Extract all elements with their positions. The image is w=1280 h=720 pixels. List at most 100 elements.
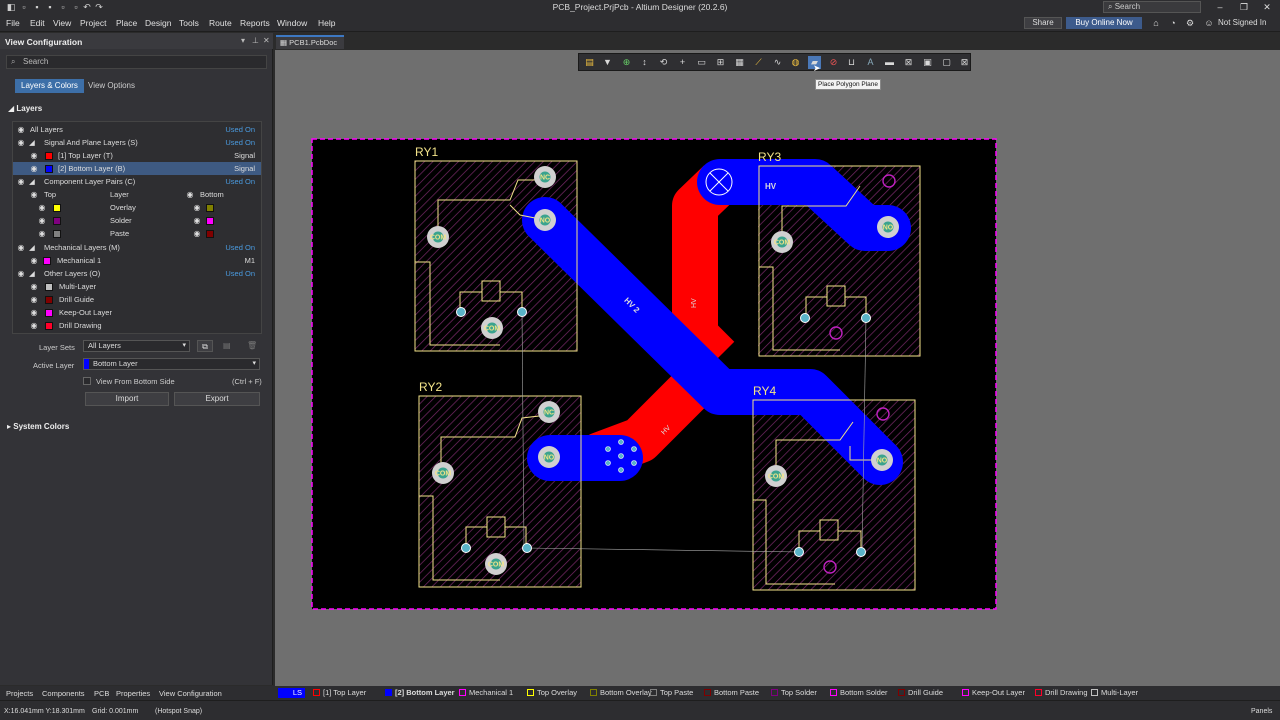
chevron-down-icon[interactable]: ▾ bbox=[241, 36, 245, 45]
layer-row-component-pairs[interactable]: ◉ ◢ Component Layer Pairs (C) Used On bbox=[13, 175, 261, 188]
eye-icon[interactable]: ◉ bbox=[30, 254, 38, 267]
layer-tab[interactable]: Keep-Out Layer bbox=[962, 688, 1025, 698]
collapse-triangle-icon[interactable]: ◢ bbox=[29, 136, 35, 149]
gear-icon[interactable]: ⚙ bbox=[1185, 18, 1195, 28]
tab-layers-colors[interactable]: Layers & Colors bbox=[15, 79, 84, 93]
eye-icon[interactable]: ◉ bbox=[17, 136, 25, 149]
user-icon[interactable]: ☺ bbox=[1204, 18, 1214, 28]
text-icon[interactable]: A bbox=[864, 56, 877, 69]
share-button[interactable]: Share bbox=[1024, 17, 1062, 29]
sign-in-status[interactable]: Not Signed In bbox=[1218, 18, 1266, 27]
view-bottom-checkbox[interactable] bbox=[83, 377, 91, 385]
used-on-link[interactable]: Used On bbox=[225, 136, 255, 149]
tab-pcb[interactable]: PCB bbox=[94, 689, 109, 698]
tab-view-configuration[interactable]: View Configuration bbox=[159, 689, 222, 698]
layer-tab[interactable]: Mechanical 1 bbox=[459, 688, 513, 698]
panels-button[interactable]: Panels bbox=[1251, 708, 1272, 715]
import-button[interactable]: Import bbox=[85, 392, 169, 406]
eye-icon[interactable]: ◉ bbox=[17, 241, 25, 254]
layer-tab[interactable]: Bottom Solder bbox=[830, 688, 888, 698]
layer-row-multi-layer[interactable]: ◉ Multi-Layer bbox=[13, 280, 261, 293]
eye-icon[interactable]: ◉ bbox=[30, 293, 38, 306]
maximize-button[interactable]: ❐ bbox=[1237, 1, 1251, 13]
global-search-input[interactable]: ⌕ Search bbox=[1103, 1, 1201, 13]
layer-sets-select[interactable]: All Layers ▾ bbox=[83, 340, 190, 352]
export-button[interactable]: Export bbox=[174, 392, 260, 406]
eye-icon[interactable]: ◉ bbox=[17, 123, 25, 136]
layer-color-swatch[interactable] bbox=[45, 296, 53, 304]
document-tab[interactable]: ▦ PCB1.PcbDoc bbox=[276, 35, 344, 49]
cross-icon[interactable]: + bbox=[676, 56, 689, 69]
pcb-canvas[interactable]: NC NO COM COM NC NO COM COM NO COM NO COM RY1 RY2 R… bbox=[275, 50, 1280, 686]
layer-pair-paste[interactable]: ◉ Paste ◉ bbox=[13, 227, 261, 240]
layer-color-swatch[interactable] bbox=[45, 309, 53, 317]
eye-icon[interactable]: ◉ bbox=[38, 227, 46, 240]
eye-icon[interactable]: ◉ bbox=[193, 201, 201, 214]
layer-row-signal-group[interactable]: ◉ ◢ Signal And Plane Layers (S) Used On bbox=[13, 136, 261, 149]
add-layer-set-button[interactable]: ⧉ bbox=[197, 340, 213, 352]
close-button[interactable]: ✕ bbox=[1260, 1, 1274, 13]
minimize-button[interactable]: – bbox=[1213, 1, 1227, 13]
layer-tab[interactable]: Bottom Paste bbox=[704, 688, 759, 698]
layer-color-swatch[interactable] bbox=[45, 283, 53, 291]
layer-row-other-group[interactable]: ◉ ◢ Other Layers (O) Used On bbox=[13, 267, 261, 280]
edit-layer-set-icon[interactable]: ▤ bbox=[223, 341, 231, 350]
route-icon[interactable]: ⟋ bbox=[752, 56, 765, 69]
buy-online-button[interactable]: Buy Online Now bbox=[1066, 17, 1142, 29]
rotate-icon[interactable]: ⟲ bbox=[657, 56, 670, 69]
pcb-drawing[interactable]: NC NO COM COM NC NO COM COM NO COM NO COM RY1 RY2 R… bbox=[275, 50, 1280, 686]
layer-color-swatch[interactable] bbox=[53, 230, 61, 238]
layer-row-top-layer[interactable]: ◉ [1] Top Layer (T) Signal bbox=[13, 149, 261, 162]
layer-row-drill-drawing[interactable]: ◉ Drill Drawing bbox=[13, 319, 261, 332]
component-icon[interactable]: ▦ bbox=[733, 56, 746, 69]
used-on-link[interactable]: Used On bbox=[225, 123, 255, 136]
eye-icon[interactable]: ◉ bbox=[30, 188, 38, 201]
layer-row-drill-guide[interactable]: ◉ Drill Guide bbox=[13, 293, 261, 306]
tab-projects[interactable]: Projects bbox=[6, 689, 33, 698]
eye-icon[interactable]: ◉ bbox=[30, 149, 38, 162]
menu-help[interactable]: Help bbox=[318, 18, 335, 28]
layer-tab[interactable]: Multi-Layer bbox=[1091, 688, 1138, 698]
eye-icon[interactable]: ◉ bbox=[17, 175, 25, 188]
tab-components[interactable]: Components bbox=[42, 689, 85, 698]
layer-tab[interactable]: Top Solder bbox=[771, 688, 817, 698]
layer-tab[interactable]: LS bbox=[278, 688, 305, 698]
menu-view[interactable]: View bbox=[53, 18, 71, 28]
grid-icon[interactable]: ⊠ bbox=[902, 56, 915, 69]
dimension-icon[interactable]: ⊔ bbox=[845, 56, 858, 69]
menu-route[interactable]: Route bbox=[209, 18, 232, 28]
filter-folder-icon[interactable]: ▤ bbox=[583, 56, 596, 69]
layer-row-keep-out[interactable]: ◉ Keep-Out Layer bbox=[13, 306, 261, 319]
eye-icon[interactable]: ◉ bbox=[30, 162, 38, 175]
layer-row-bottom-layer[interactable]: ◉ [2] Bottom Layer (B) Signal bbox=[13, 162, 261, 175]
align-icon[interactable]: ⊞ bbox=[714, 56, 727, 69]
layer-pair-solder[interactable]: ◉ Solder ◉ bbox=[13, 214, 261, 227]
layers-section-heading[interactable]: ◢ Layers bbox=[8, 104, 42, 113]
eye-icon[interactable]: ◉ bbox=[38, 201, 46, 214]
diff-pair-icon[interactable]: ∿ bbox=[771, 56, 784, 69]
collapse-triangle-icon[interactable]: ◢ bbox=[29, 267, 35, 280]
layer-row-mechanical-group[interactable]: ◉ ◢ Mechanical Layers (M) Used On bbox=[13, 241, 261, 254]
layer-color-swatch[interactable] bbox=[53, 204, 61, 212]
system-colors-section[interactable]: ▸ System Colors bbox=[7, 422, 69, 431]
used-on-link[interactable]: Used On bbox=[225, 175, 255, 188]
layer-tab[interactable]: Drill Drawing bbox=[1035, 688, 1088, 698]
layer-color-swatch[interactable] bbox=[206, 230, 214, 238]
used-on-link[interactable]: Used On bbox=[225, 267, 255, 280]
select-icon[interactable]: ⊕ bbox=[620, 56, 633, 69]
eye-icon[interactable]: ◉ bbox=[186, 188, 194, 201]
menu-design[interactable]: Design bbox=[145, 18, 171, 28]
eye-icon[interactable]: ◉ bbox=[30, 319, 38, 332]
layer-tab[interactable]: Bottom Overlay bbox=[590, 688, 652, 698]
layer-color-swatch[interactable] bbox=[43, 257, 51, 265]
layer-color-swatch[interactable] bbox=[53, 217, 61, 225]
menu-edit[interactable]: Edit bbox=[30, 18, 45, 28]
select-region-icon[interactable]: ▭ bbox=[695, 56, 708, 69]
eye-icon[interactable]: ◉ bbox=[30, 280, 38, 293]
layer-row-all[interactable]: ◉ All Layers Used On bbox=[13, 123, 261, 136]
layer-tab[interactable]: Top Paste bbox=[650, 688, 693, 698]
component-body-icon[interactable]: ▣ bbox=[921, 56, 934, 69]
delete-layer-set-icon[interactable]: 🗑 bbox=[247, 341, 257, 350]
notifications-icon[interactable]: ◔ bbox=[1168, 18, 1178, 28]
via-icon[interactable]: ◍ bbox=[789, 56, 802, 69]
